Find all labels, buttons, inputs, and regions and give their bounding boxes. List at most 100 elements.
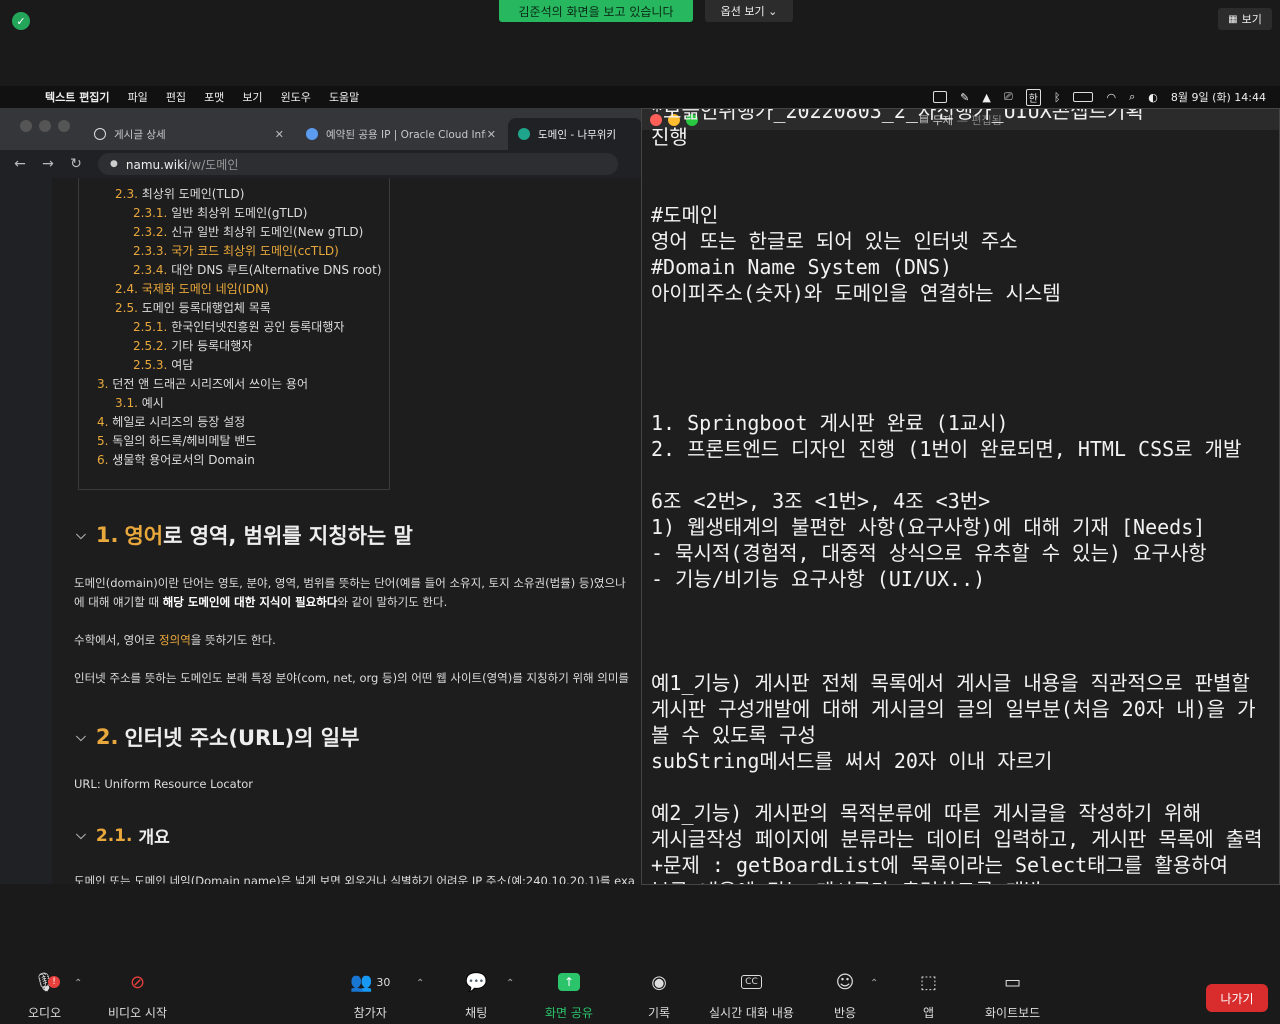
toc-item[interactable]: 2.3.1. 일반 최상위 도메인(gTLD) [133, 204, 307, 221]
url-host: namu.wiki [125, 157, 188, 172]
menu-app-name[interactable]: 텍스트 편집기 [36, 89, 119, 105]
cloud-icon [306, 128, 318, 140]
tab-domain-namuwiki[interactable]: 도메인 - 나무위키 [508, 118, 642, 150]
section-1-paragraph-3: 인터넷 주소를 뜻하는 도메인도 본래 특정 분야(com, net, org … [74, 671, 630, 685]
section-2-heading[interactable]: ⌵ 2. 인터넷 주소(URL)의 일부 [76, 722, 359, 752]
toc-item[interactable]: 5. 독일의 하드록/헤비메탈 밴드 [97, 432, 256, 449]
document-line: 6조 <2번>, 3조 <1번>, 4조 <3번> [651, 489, 991, 513]
video-off-icon: ⊘ [129, 971, 146, 993]
chevron-down-icon[interactable]: ⌵ [76, 828, 86, 843]
screen-share-banner: 김준석의 화면을 보고 있습니다 [499, 0, 693, 22]
toc-item[interactable]: 2.5.3. 여담 [133, 356, 193, 373]
back-arrow-icon[interactable]: ← [6, 156, 34, 172]
toc-item[interactable]: 2.3. 최상위 도메인(TLD) [115, 185, 244, 202]
leave-meeting-button[interactable]: 나가기 [1206, 984, 1268, 1012]
share-screen-button[interactable]: ↑ 화면 공유 [545, 970, 593, 1021]
section-1-heading[interactable]: ⌵ 1. 영어 로 영역, 범위를 지칭하는 말 [76, 520, 413, 550]
section-2-1-paragraph-1: 도메인 또는 도메인 네임(Domain name)은 넓게 보면 외우거나 식… [74, 874, 635, 884]
url-path: /w/도메인 [187, 157, 239, 172]
drive-icon[interactable]: ▲ [982, 91, 990, 104]
document-line [651, 306, 1263, 332]
document-line [651, 358, 1263, 384]
toc-item[interactable]: 6. 생물학 용어로서의 Domain [97, 451, 255, 468]
menu-file[interactable]: 파일 [119, 89, 157, 105]
document-line: 게시판 구성개발에 대해 게시글의 글의 일부분(처음 20자 내)을 가 [651, 697, 1256, 721]
toc-item[interactable]: 2.5.1. 한국인터넷진흥원 공인 등록대행자 [133, 318, 344, 335]
toc-item[interactable]: 4. 헤일로 시리즈의 등장 설정 [97, 413, 245, 430]
view-button[interactable]: ▦ 보기 [1218, 8, 1272, 30]
close-window-button[interactable] [20, 120, 32, 132]
pen-icon[interactable]: ✎ [960, 91, 969, 104]
whiteboard-icon: ▭ [1004, 971, 1022, 993]
chat-button[interactable]: 💬 채팅 [465, 970, 487, 1021]
battery-icon[interactable] [1073, 92, 1094, 102]
participants-button[interactable]: 👥 30 참가자 [350, 970, 390, 1021]
whiteboard-button[interactable]: ▭ 화이트보드 [985, 970, 1040, 1021]
menu-format[interactable]: 포맷 [195, 89, 233, 105]
zoom-window-button[interactable] [58, 120, 70, 132]
document-line [651, 644, 1263, 670]
url-field[interactable]: ● namu.wiki/w/도메인 [98, 153, 618, 175]
toc-item[interactable]: 3.1. 예시 [115, 394, 164, 411]
search-icon[interactable]: ⌕ [1129, 90, 1135, 104]
mic-alert-badge: ! [48, 976, 60, 988]
tab-label: 도메인 - 나무위키 [538, 128, 617, 141]
document-line: #도메인 [651, 203, 719, 227]
reload-icon[interactable]: ↻ [62, 156, 90, 172]
control-center-icon[interactable]: ◐ [1148, 91, 1158, 104]
audio-options-caret-icon[interactable]: ⌃ [74, 978, 82, 989]
globe-icon [94, 128, 106, 140]
view-options-button[interactable]: 옵션 보기 ⌄ [705, 0, 793, 22]
document-line [651, 150, 1263, 176]
zoom-meeting-toolbar: 🎙 오디오 ⌃ ⊘ 비디오 시작 👥 30 참가자 ⌃ 💬 채팅 ⌃ ↑ 화면 공유 ◉ 기록… [0, 960, 1280, 1024]
apps-icon: ⬚ [920, 971, 938, 993]
menu-edit[interactable]: 편집 [157, 89, 195, 105]
bluetooth-icon[interactable]: ᛒ [1054, 91, 1061, 104]
toc-item[interactable]: 2.4. 국제화 도메인 네임(IDN) [115, 280, 269, 297]
chevron-down-icon[interactable]: ⌵ [76, 730, 86, 745]
grid-icon: ▦ [1228, 13, 1238, 25]
minimize-window-button[interactable] [39, 120, 51, 132]
close-tab-icon[interactable]: ✕ [487, 128, 496, 141]
document-line: - 묵시적(경험적, 대중적 상식으로 유추할 수 있는) 요구사항 [651, 541, 1207, 565]
toc-item[interactable]: 2.5. 도메인 등록대행업체 목록 [115, 299, 271, 316]
namuwiki-icon [518, 128, 530, 140]
close-tab-icon[interactable]: ✕ [275, 128, 284, 141]
start-video-button[interactable]: ⊘ 비디오 시작 [108, 970, 167, 1021]
input-source-icon[interactable]: 한 [1025, 88, 1041, 106]
toc-item[interactable]: 2.3.4. 대안 DNS 루트(Alternative DNS root) [133, 261, 382, 278]
screen-share-icon[interactable]: ⎚ [1004, 90, 1013, 104]
section-2-1-heading[interactable]: ⌵ 2.1. 개요 [76, 823, 170, 849]
document-line: 볼 수 있도록 구성 [651, 723, 816, 747]
document-line: 2. 프론트엔드 디자인 진행 (1번이 완료되면, HTML CSS로 개발 [651, 437, 1242, 461]
toc-item[interactable]: 2.3.3. 국가 코드 최상위 도메인(ccTLD) [133, 242, 339, 259]
participants-options-caret-icon[interactable]: ⌃ [416, 978, 424, 989]
document-line: 분류 내용에 맞는 게시글만 출력하도록 개발 [651, 878, 1263, 884]
wifi-icon[interactable]: ◠ [1106, 91, 1116, 104]
textedit-document-body[interactable]: *보늚인취행가_20220803_2_사신행가_UIUX콘셉트기획 진행 #도메인… [651, 109, 1263, 884]
tab-label: 게시글 상세 [114, 128, 166, 141]
record-button[interactable]: ◉ 기록 [648, 970, 670, 1021]
toc-item[interactable]: 3. 던전 앤 드래곤 시리즈에서 쓰이는 용어 [97, 375, 308, 392]
document-line [651, 332, 1263, 358]
toc-item[interactable]: 2.5.2. 기타 등록대행자 [133, 337, 252, 354]
reactions-options-caret-icon[interactable]: ⌃ [870, 978, 878, 989]
document-line: - 기능/비기능 요구사항 (UI/UX..) [651, 567, 986, 591]
tab-post-detail[interactable]: 게시글 상세 ✕ [84, 118, 292, 150]
tab-oracle-cloud[interactable]: 예약된 공용 IP | Oracle Cloud Infr ✕ [296, 118, 504, 150]
forward-arrow-icon[interactable]: → [34, 156, 62, 172]
chevron-down-icon[interactable]: ⌵ [76, 528, 86, 543]
chat-options-caret-icon[interactable]: ⌃ [506, 978, 514, 989]
window-manager-icon[interactable] [933, 91, 948, 103]
toc-item[interactable]: 2.3.2. 신규 일반 최상위 도메인(New gTLD) [133, 223, 363, 240]
menu-view[interactable]: 보기 [233, 89, 271, 105]
chat-bubble-icon: 💬 [465, 971, 488, 993]
document-line: subString메서드를 써서 20자 이내 자르기 [651, 749, 1053, 773]
live-transcript-button[interactable]: CC 실시간 대화 내용 [709, 970, 794, 1021]
menu-window[interactable]: 윈도우 [272, 89, 320, 105]
apps-button[interactable]: ⬚ 앱 [920, 970, 937, 1021]
reactions-button[interactable]: ☺ 반응 [834, 970, 856, 1021]
menubar-datetime[interactable]: 8월 9일 (화) 14:44 [1171, 89, 1266, 105]
shield-icon[interactable]: ✓ [12, 12, 30, 30]
menu-help[interactable]: 도움말 [320, 89, 368, 105]
